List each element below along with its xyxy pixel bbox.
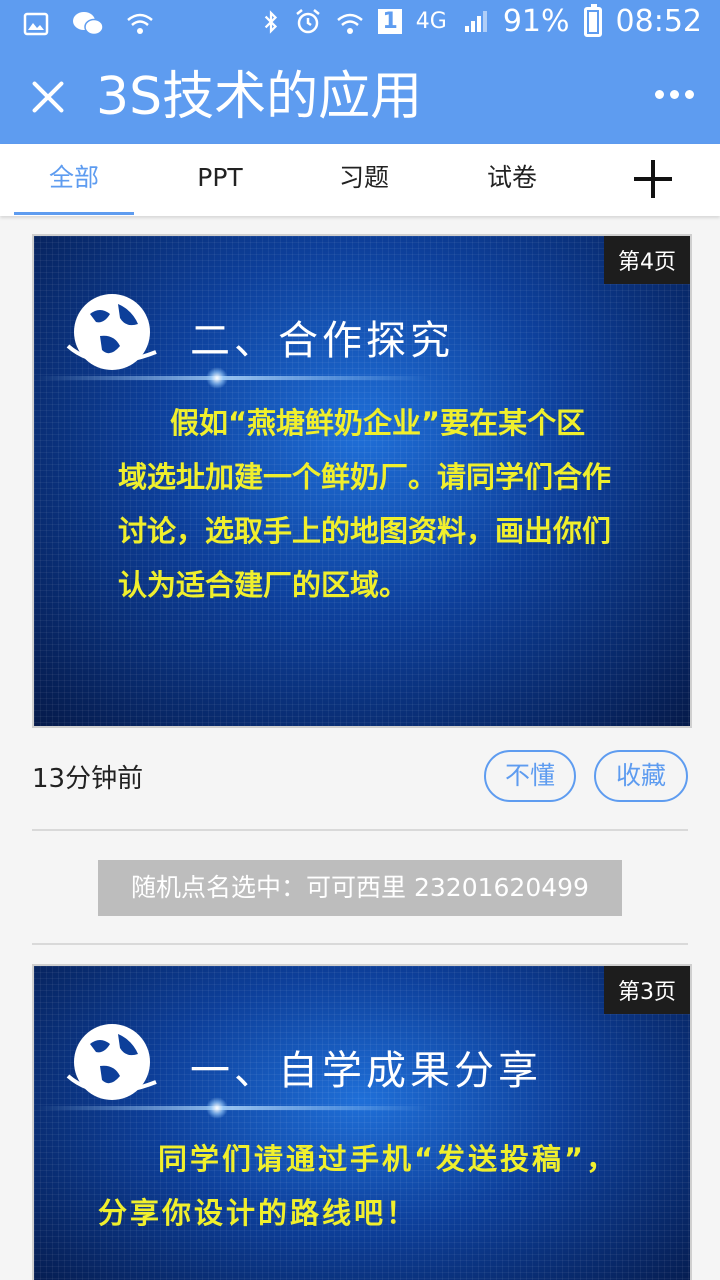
clock: 08:52 [615,4,702,39]
network-type: 4G [415,9,447,34]
divider [32,943,688,945]
tab-exercises[interactable]: 习题 [304,144,424,216]
tab-all[interactable]: 全部 [14,144,134,216]
status-bar: 1 4G 91% 08:52 [0,0,720,50]
favorite-button[interactable]: 收藏 [594,750,688,802]
glow-line [34,376,690,380]
alarm-icon [296,8,321,33]
bluetooth-icon [265,9,278,34]
gallery-icon [23,12,49,36]
glow-dot [206,1097,228,1119]
close-icon[interactable] [30,78,66,114]
slide-text-line: 假如“燕塘鲜奶企业”要在某个区 [170,406,586,440]
slide-heading: 一、自学成果分享 [190,1048,542,1094]
active-tab-indicator [14,212,134,215]
random-call-banner: 随机点名选中：可可西里 23201620499 [98,860,622,916]
app-bar: 3S技术的应用 [0,50,720,144]
battery-icon [583,3,602,37]
slide-card[interactable]: 一、自学成果分享 同学们请通过手机“发送投稿”， 分享你设计的路线吧！ 第3页 [32,964,692,1280]
sim-indicator: 1 [378,9,402,34]
more-menu-icon[interactable] [655,90,694,99]
divider [32,829,688,831]
wifi-question-icon [127,13,153,34]
tab-exams[interactable]: 试卷 [452,144,572,216]
wechat-icon [73,12,104,36]
slide-card[interactable]: 二、合作探究 假如“燕塘鲜奶企业”要在某个区 域选址加建一个鲜奶厂。请同学们合作… [32,234,692,728]
slide-text-line: 分享你设计的路线吧！ [98,1196,419,1230]
slide-text-line: 域选址加建一个鲜奶厂。请同学们合作 [118,460,612,494]
glow-line [34,1106,690,1110]
tab-bar: 全部 PPT 习题 试卷 [0,144,720,216]
page-badge: 第3页 [604,966,690,1014]
slide-text-line: 讨论，选取手上的地图资料，画出你们 [118,514,612,548]
tab-ppt[interactable]: PPT [160,144,280,216]
page-badge: 第4页 [604,236,690,284]
wifi-icon [337,13,364,34]
page-title: 3S技术的应用 [96,67,423,127]
glow-dot [206,367,228,389]
slide-text-line: 同学们请通过手机“发送投稿”， [158,1142,619,1176]
slide-text-line: 认为适合建厂的区域。 [118,568,409,602]
add-icon[interactable] [634,160,672,198]
globe-icon [66,294,157,370]
dont-understand-button[interactable]: 不懂 [484,750,576,802]
slide-heading: 二、合作探究 [190,318,454,364]
timestamp: 13分钟前 [32,764,144,794]
signal-icon [464,10,487,32]
globe-icon [66,1024,157,1100]
battery-percent: 91% [502,4,570,39]
